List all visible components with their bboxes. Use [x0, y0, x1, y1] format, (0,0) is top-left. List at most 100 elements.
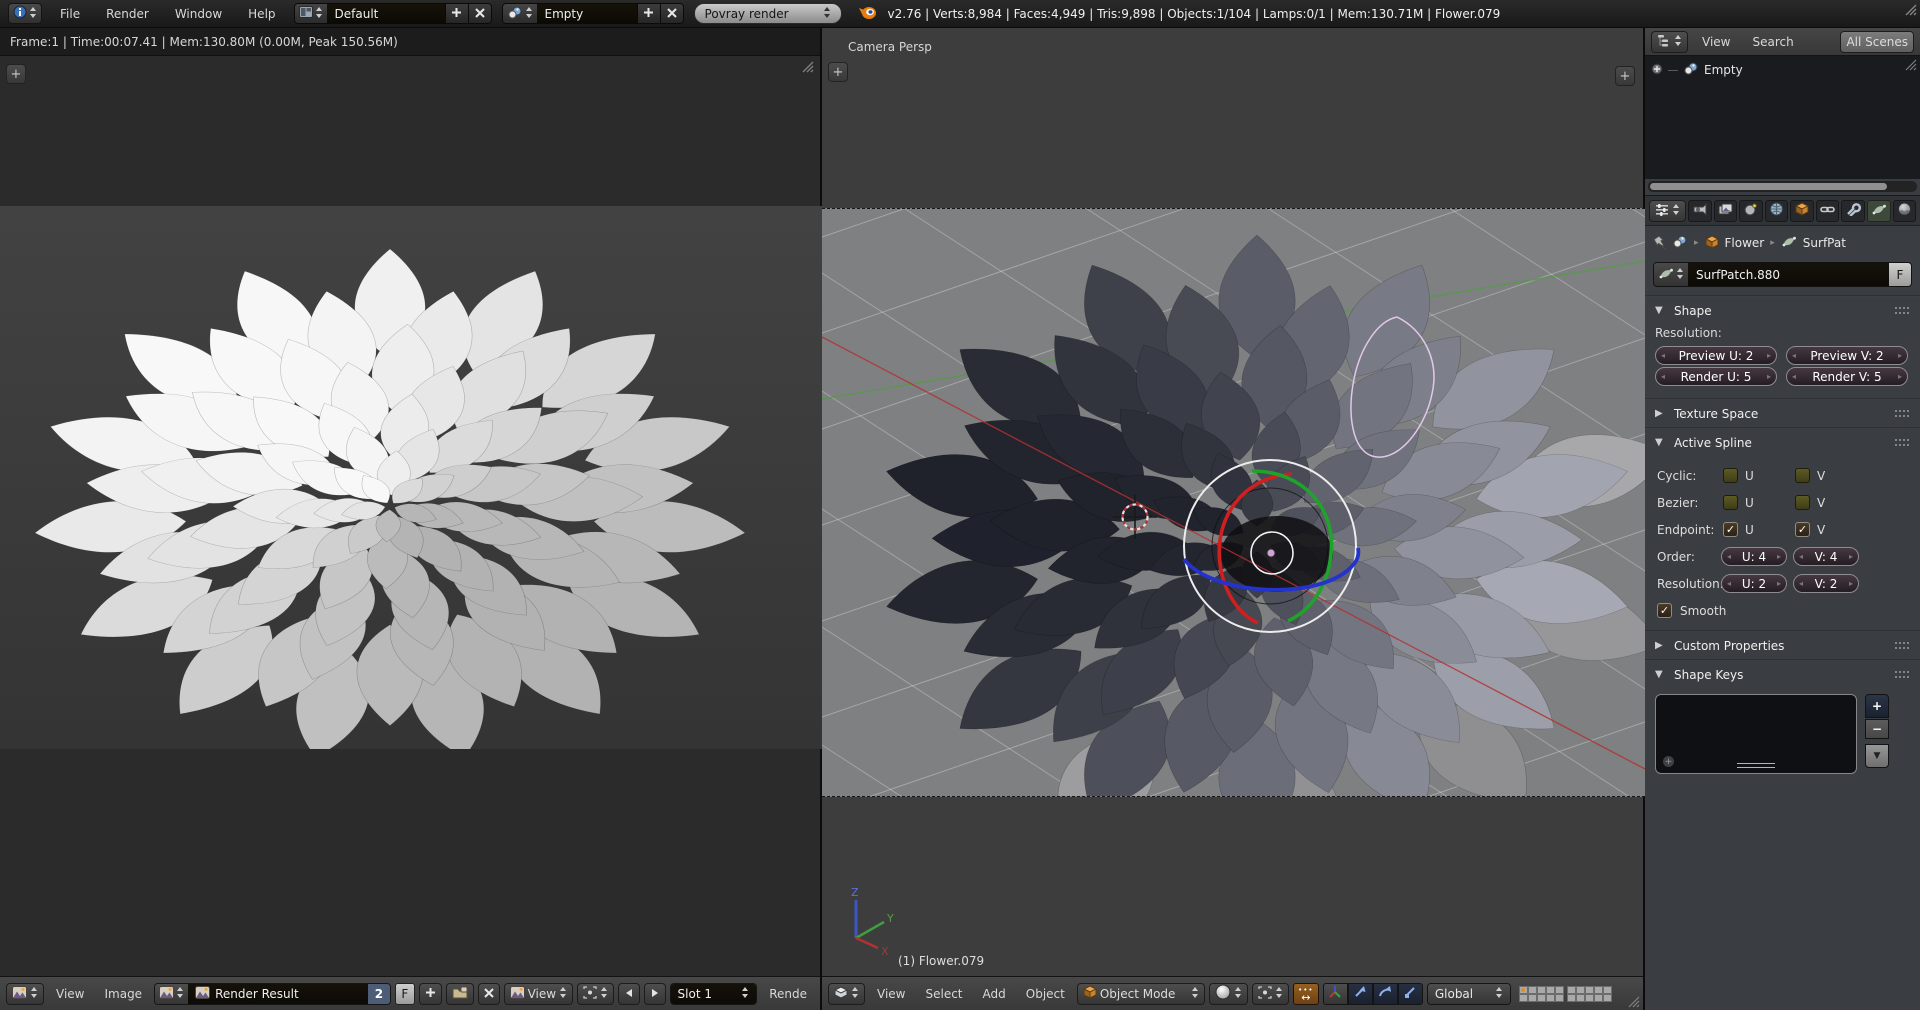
manipulator-toggle-button[interactable] [1323, 983, 1348, 1005]
add-scene-button[interactable] [637, 4, 660, 23]
delete-scene-button[interactable] [660, 4, 683, 23]
expand-panel-button[interactable]: + [6, 64, 26, 84]
menu-object[interactable]: Object [1018, 987, 1073, 1001]
tab-material[interactable] [1893, 200, 1917, 222]
pin-icon[interactable] [1653, 235, 1666, 252]
expand-properties-region-button[interactable]: + [1615, 66, 1635, 86]
rotate-manipulator-button[interactable] [1373, 983, 1398, 1005]
datablock-type-dropdown[interactable] [1654, 263, 1688, 286]
list-resize-handle[interactable] [1737, 763, 1775, 768]
tab-object-data[interactable] [1867, 200, 1891, 222]
smooth-checkbox[interactable] [1657, 603, 1672, 618]
rendered-flower-image[interactable] [0, 206, 822, 749]
endpoint-v-checkbox[interactable] [1795, 522, 1810, 537]
menu-add[interactable]: Add [975, 987, 1014, 1001]
screen-layout-name[interactable]: Default [327, 4, 445, 23]
breadcrumb-object-name[interactable]: Flower [1725, 236, 1765, 250]
new-image-button[interactable] [419, 983, 442, 1005]
scene-selector[interactable]: Empty [502, 3, 684, 24]
fake-user-button[interactable]: F [395, 983, 415, 1005]
scrollbar-thumb[interactable] [1650, 183, 1887, 190]
panel-drag-handle[interactable] [1895, 307, 1910, 315]
proportional-edit-toggle[interactable]: •••↔ [1293, 983, 1319, 1005]
order-u-field[interactable]: U: 4 [1721, 547, 1787, 566]
breadcrumb-data-name[interactable]: SurfPat [1803, 236, 1846, 250]
menu-render[interactable]: Render [98, 7, 157, 21]
outliner-item-label[interactable]: Empty [1704, 63, 1743, 77]
panel-drag-handle[interactable] [1895, 642, 1910, 650]
cyclic-v-checkbox[interactable] [1795, 468, 1810, 483]
cyclic-u-checkbox[interactable] [1723, 468, 1738, 483]
previous-slot-button[interactable] [618, 983, 640, 1005]
render-engine-select[interactable]: Povray render [694, 3, 842, 24]
tab-world[interactable] [1765, 200, 1789, 222]
slot-selector[interactable]: Slot 1 [670, 983, 758, 1005]
image-datablock-selector[interactable]: Render Result 2 [154, 983, 391, 1005]
editor-type-button-3d[interactable] [828, 983, 865, 1005]
open-image-button[interactable] [446, 983, 474, 1005]
outliner-scrollbar[interactable] [1648, 181, 1917, 192]
menu-file[interactable]: File [52, 7, 88, 21]
endpoint-u-checkbox[interactable] [1723, 522, 1738, 537]
panel-drag-handle[interactable] [1895, 439, 1910, 447]
area-resize-handle[interactable] [801, 60, 814, 73]
viewport-canvas[interactable] [822, 209, 1645, 797]
add-shape-key-button[interactable]: + [1865, 694, 1889, 718]
pivot-point-dropdown-3d[interactable] [1252, 983, 1289, 1005]
pivot-point-dropdown[interactable] [577, 983, 614, 1005]
editor-type-button-image[interactable] [6, 983, 44, 1005]
bezier-u-checkbox[interactable] [1723, 495, 1738, 510]
editor-type-button-properties[interactable] [1649, 200, 1686, 222]
add-layout-button[interactable] [445, 4, 468, 23]
tab-constraints[interactable] [1816, 200, 1840, 222]
shape-key-specials-button[interactable]: ▼ [1865, 744, 1889, 768]
panel-drag-handle[interactable] [1895, 671, 1910, 679]
fake-user-toggle[interactable]: F [1889, 263, 1911, 286]
panel-shape-keys-header[interactable]: ▼Shape Keys [1645, 661, 1920, 688]
preview-u-field[interactable]: Preview U: 2 [1655, 346, 1777, 365]
editor-type-button-info[interactable] [8, 3, 42, 24]
menu-search-outliner[interactable]: Search [1744, 35, 1801, 49]
outliner-tree[interactable]: Empty [1645, 56, 1920, 179]
menu-select[interactable]: Select [917, 987, 970, 1001]
display-mode-dropdown[interactable]: View [504, 983, 573, 1005]
menu-help[interactable]: Help [240, 7, 283, 21]
panel-custom-properties-header[interactable]: ▶Custom Properties [1645, 632, 1920, 659]
resolution-v-field[interactable]: V: 2 [1793, 574, 1859, 593]
render-u-field[interactable]: Render U: 5 [1655, 367, 1777, 386]
viewport-shading-dropdown[interactable] [1209, 983, 1248, 1005]
list-expand-icon[interactable]: + [1663, 756, 1674, 767]
next-slot-button[interactable] [644, 983, 666, 1005]
layer-buttons[interactable] [1519, 986, 1612, 1002]
resolution-u-field[interactable]: U: 2 [1721, 574, 1787, 593]
translate-manipulator-button[interactable] [1348, 983, 1373, 1005]
menu-image[interactable]: Image [96, 987, 150, 1001]
layer-cell-active[interactable] [1519, 986, 1528, 994]
order-v-field[interactable]: V: 4 [1793, 547, 1859, 566]
area-resize-handle[interactable] [1904, 3, 1917, 16]
slot-number-badge[interactable]: 2 [368, 984, 390, 1004]
menu-view-3d[interactable]: View [869, 987, 913, 1001]
transform-orientation-select[interactable]: Global [1427, 983, 1511, 1005]
tab-scene[interactable] [1739, 200, 1763, 222]
menu-render-truncated[interactable]: Rende [761, 987, 814, 1001]
screen-layout-selector[interactable]: Default [294, 3, 492, 24]
editor-type-button-outliner[interactable] [1651, 31, 1688, 53]
render-v-field[interactable]: Render V: 5 [1786, 367, 1908, 386]
shape-keys-list[interactable]: + [1655, 694, 1857, 774]
panel-drag-handle[interactable] [1895, 410, 1910, 418]
scale-manipulator-button[interactable] [1398, 983, 1423, 1005]
bezier-v-checkbox[interactable] [1795, 495, 1810, 510]
tab-modifiers[interactable] [1841, 200, 1865, 222]
mode-selector[interactable]: Object Mode [1077, 983, 1205, 1005]
outliner-filter-dropdown[interactable]: All Scenes [1840, 31, 1914, 53]
outliner-item-empty[interactable]: Empty [1645, 56, 1920, 84]
preview-v-field[interactable]: Preview V: 2 [1786, 346, 1908, 365]
panel-texture-space-header[interactable]: ▶Texture Space [1645, 400, 1920, 427]
tab-object[interactable] [1790, 200, 1814, 222]
expand-toolshelf-button[interactable]: + [828, 62, 848, 82]
area-resize-handle[interactable] [1628, 996, 1640, 1008]
expand-item-icon[interactable] [1651, 63, 1663, 78]
datablock-name-field[interactable]: SurfPatch.880 [1688, 263, 1889, 286]
scene-name[interactable]: Empty [537, 4, 637, 23]
